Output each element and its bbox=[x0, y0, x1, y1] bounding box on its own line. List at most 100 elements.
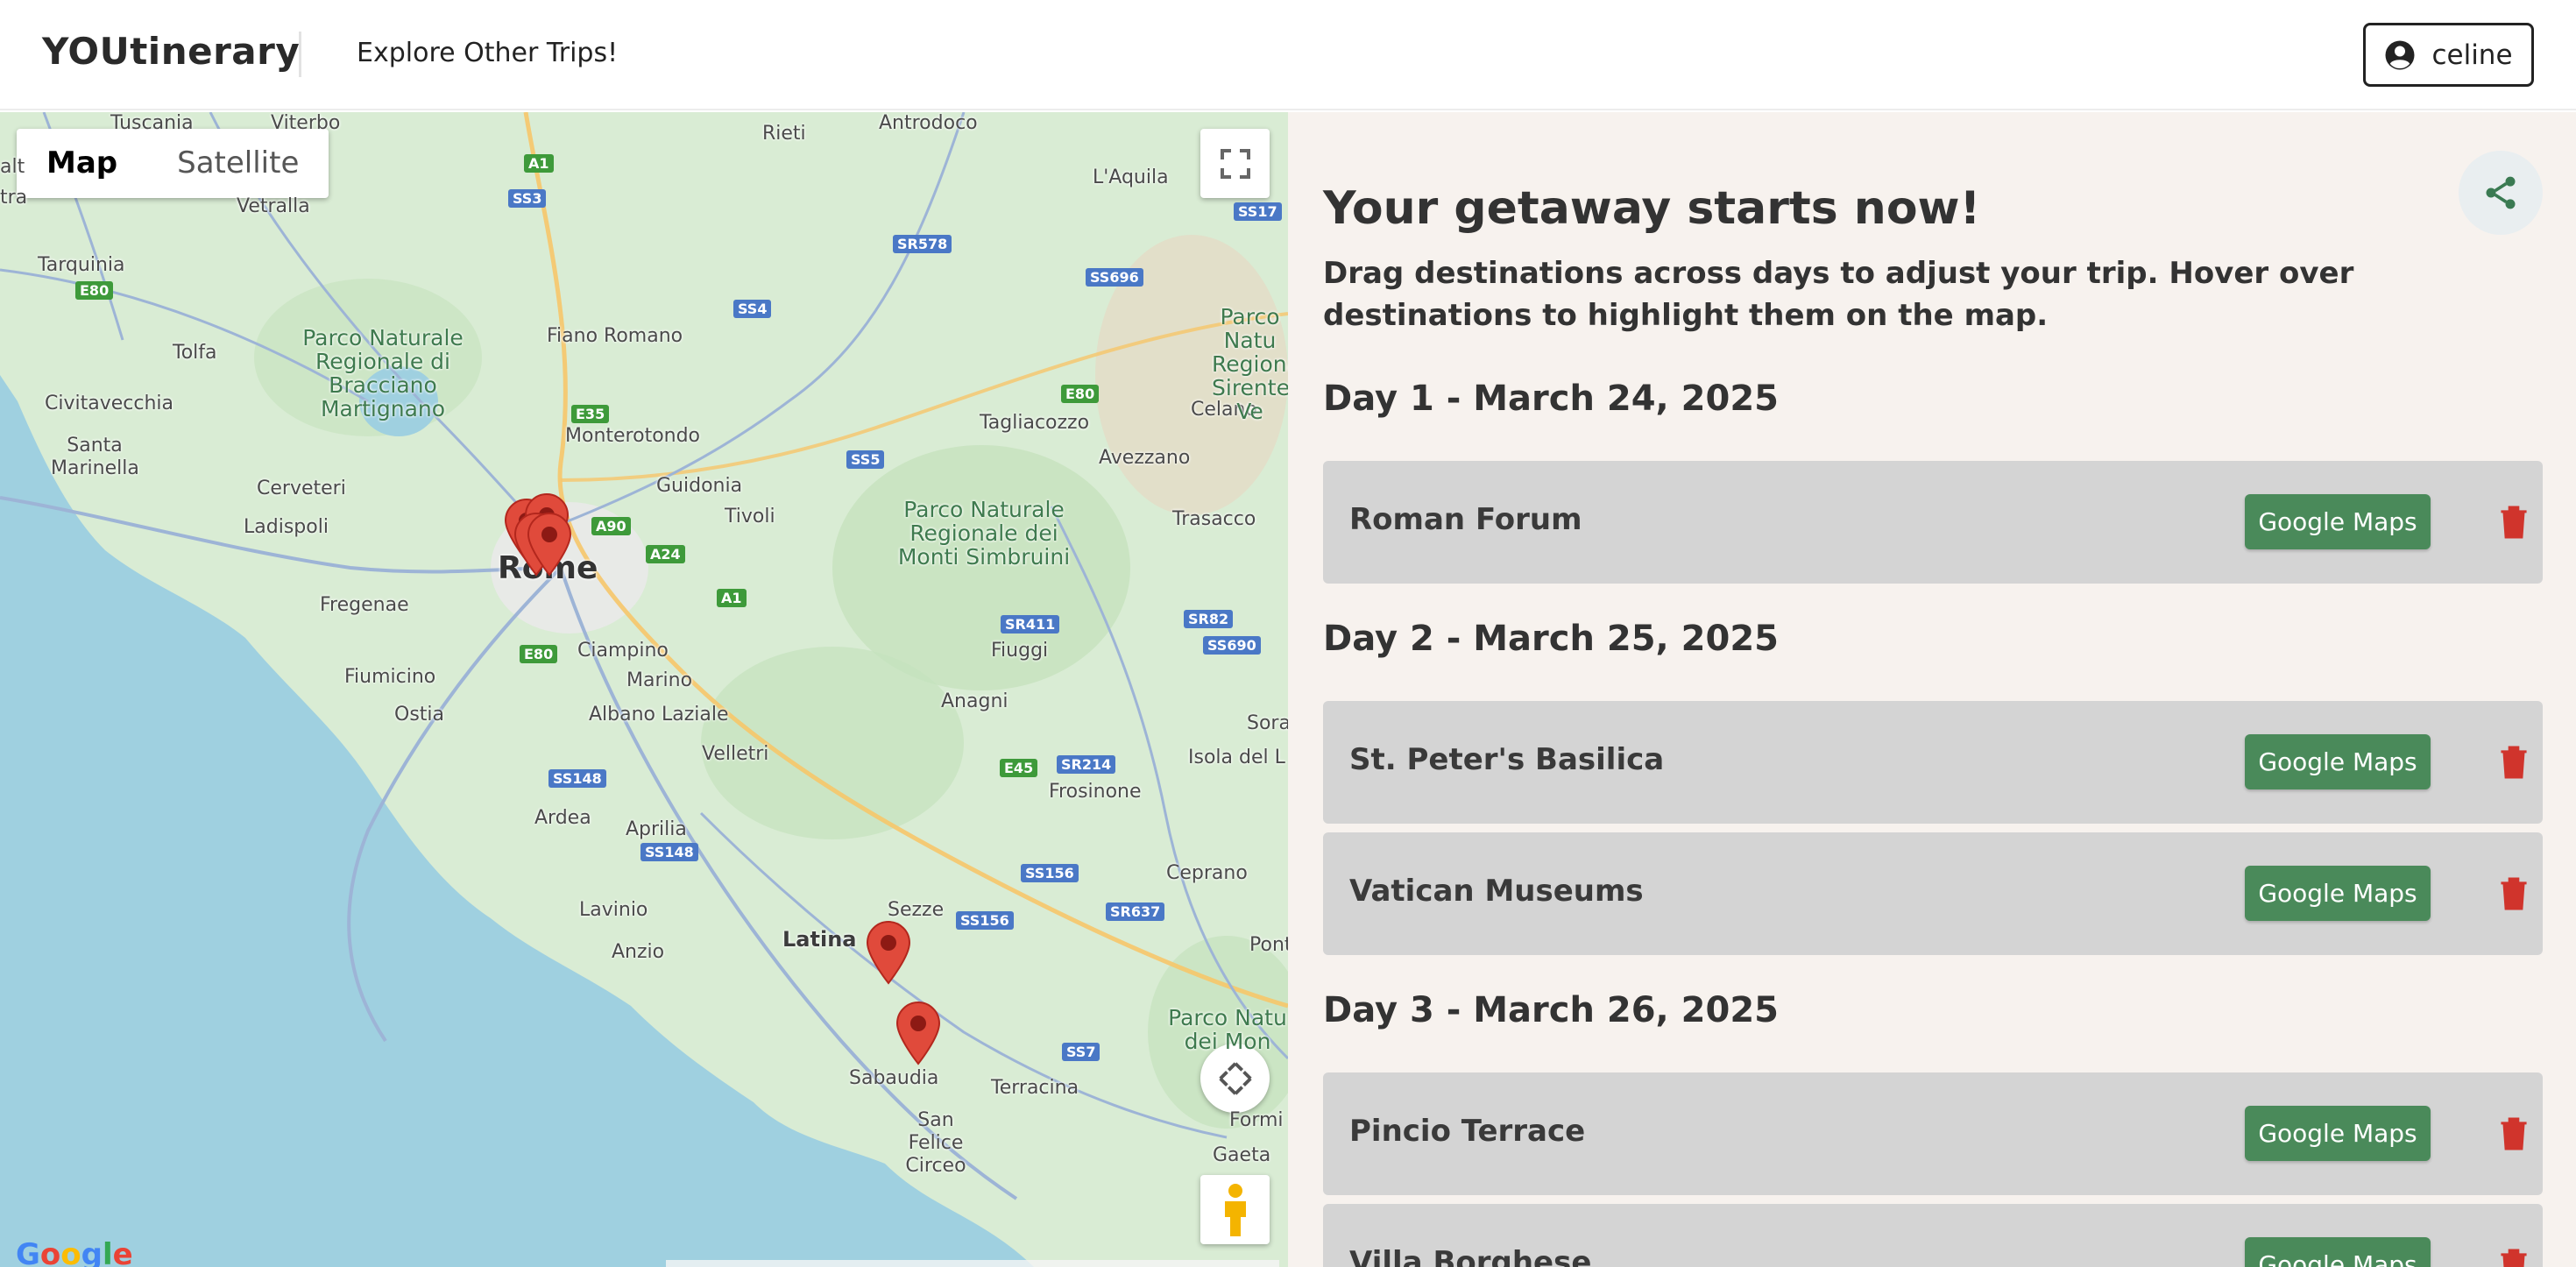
google-maps-button[interactable]: Google Maps bbox=[2245, 734, 2431, 789]
map-label-antrodoco: Antrodoco bbox=[879, 112, 978, 134]
top-header: YOUtinerary Explore Other Trips! celine bbox=[0, 0, 2576, 110]
street-view-pegman-icon bbox=[1224, 1183, 1246, 1236]
brand-logo[interactable]: YOUtinerary bbox=[42, 30, 300, 73]
google-maps-button[interactable]: Google Maps bbox=[2245, 494, 2431, 549]
road-e80-north: E80 bbox=[75, 281, 114, 300]
map-label-lavinio: Lavinio bbox=[579, 899, 648, 921]
itinerary-description: Drag destinations across days to adjust … bbox=[1323, 256, 2354, 333]
map-label-aprilia: Aprilia bbox=[626, 818, 687, 840]
road-ss148-north: SS148 bbox=[548, 769, 606, 788]
map-label-fregenae: Fregenae bbox=[320, 594, 409, 616]
header-divider bbox=[299, 32, 301, 77]
map-panel[interactable]: Map Satellite Rome Latina Tuscania Viter… bbox=[0, 112, 1288, 1267]
map-label-guidonia: Guidonia bbox=[656, 475, 743, 497]
road-a24: A24 bbox=[646, 545, 685, 563]
road-ss3: SS3 bbox=[508, 189, 547, 208]
map-type-control: Map Satellite bbox=[17, 129, 329, 198]
trash-icon[interactable] bbox=[2499, 876, 2529, 911]
map-label-tra: tra bbox=[0, 187, 28, 209]
map-label-tolfa: Tolfa bbox=[173, 342, 217, 364]
destination-card[interactable]: Roman Forum Google Maps bbox=[1323, 461, 2543, 584]
google-maps-button[interactable]: Google Maps bbox=[2245, 1237, 2431, 1267]
destination-name: Villa Borghese bbox=[1349, 1245, 1592, 1267]
map-type-map[interactable]: Map bbox=[17, 129, 147, 198]
map-label-park-aurunci: Parco Natu dei Mon bbox=[1168, 1006, 1287, 1053]
map-label-albano: Albano Laziale bbox=[589, 704, 729, 726]
fullscreen-button[interactable] bbox=[1200, 129, 1270, 198]
map-label-velletri: Velletri bbox=[702, 743, 769, 765]
share-button[interactable] bbox=[2459, 151, 2543, 235]
map-label-monterotondo: Monterotondo bbox=[565, 425, 701, 447]
road-e45: E45 bbox=[1000, 759, 1038, 777]
map-label-san-felice: San Felice Circeo bbox=[905, 1109, 966, 1177]
trash-icon[interactable] bbox=[2499, 1116, 2529, 1151]
share-icon bbox=[2486, 176, 2516, 209]
road-ss4: SS4 bbox=[733, 300, 772, 318]
destination-card[interactable]: Villa Borghese Google Maps bbox=[1323, 1204, 2543, 1267]
map-label-sezze: Sezze bbox=[888, 899, 945, 921]
map-pin-icon[interactable] bbox=[866, 920, 911, 985]
map-label-anzio: Anzio bbox=[612, 941, 665, 963]
map-label-ardea: Ardea bbox=[534, 807, 591, 829]
map-label-civitavecchia: Civitavecchia bbox=[45, 393, 173, 414]
map-label-tuscania: Tuscania bbox=[110, 112, 194, 134]
map-label-anagni: Anagni bbox=[941, 690, 1008, 712]
road-ss7: SS7 bbox=[1062, 1043, 1100, 1061]
map-label-santa-marinella: Santa Marinella bbox=[51, 435, 139, 479]
map-label-ladispoli: Ladispoli bbox=[244, 516, 329, 538]
map-pin-icon[interactable] bbox=[895, 1001, 941, 1065]
road-sr82: SR82 bbox=[1184, 610, 1234, 628]
map-label-sora: Sora bbox=[1247, 712, 1288, 734]
road-a1-south: A1 bbox=[717, 589, 747, 607]
trash-icon[interactable] bbox=[2499, 745, 2529, 780]
road-e35: E35 bbox=[571, 405, 610, 423]
map-label-vetralla: Vetralla bbox=[237, 195, 310, 217]
road-e80-east: E80 bbox=[1061, 385, 1100, 403]
road-ss148-south: SS148 bbox=[640, 843, 698, 861]
trash-icon[interactable] bbox=[2499, 505, 2529, 540]
map-type-satellite[interactable]: Satellite bbox=[147, 129, 329, 198]
user-menu-button[interactable]: celine bbox=[2363, 23, 2534, 87]
map-label-latina: Latina bbox=[782, 927, 857, 952]
map-label-tarquinia: Tarquinia bbox=[38, 254, 125, 276]
map-label-sabaudia: Sabaudia bbox=[849, 1067, 939, 1089]
destination-card[interactable]: St. Peter's Basilica Google Maps bbox=[1323, 701, 2543, 824]
destination-name: St. Peter's Basilica bbox=[1349, 742, 1665, 777]
map-label-gaeta: Gaeta bbox=[1213, 1144, 1271, 1166]
map-label-laquila: L'Aquila bbox=[1093, 166, 1169, 188]
road-ss5: SS5 bbox=[846, 450, 885, 469]
map-label-cerveteri: Cerveteri bbox=[257, 478, 346, 499]
map-label-avezzano: Avezzano bbox=[1099, 447, 1191, 469]
destination-name: Vatican Museums bbox=[1349, 874, 1644, 909]
map-label-formia: Formi bbox=[1229, 1109, 1284, 1131]
pan-arrows-icon bbox=[1218, 1061, 1252, 1095]
road-a90: A90 bbox=[591, 517, 631, 535]
google-maps-button[interactable]: Google Maps bbox=[2245, 866, 2431, 921]
map-label-viterbo: Viterbo bbox=[271, 112, 341, 134]
road-ss690: SS690 bbox=[1203, 636, 1261, 655]
map-attribution-bar bbox=[666, 1260, 1279, 1267]
day-heading: Day 2 - March 25, 2025 bbox=[1323, 619, 1779, 659]
user-name: celine bbox=[2431, 39, 2513, 71]
map-label-tagliacozzo: Tagliacozzo bbox=[980, 412, 1090, 434]
road-sr637: SR637 bbox=[1106, 902, 1165, 921]
google-maps-button[interactable]: Google Maps bbox=[2245, 1106, 2431, 1161]
explore-trips-link[interactable]: Explore Other Trips! bbox=[357, 38, 618, 68]
destination-name: Pincio Terrace bbox=[1349, 1114, 1586, 1149]
road-ss156-west: SS156 bbox=[956, 911, 1014, 930]
street-view-button[interactable] bbox=[1200, 1175, 1270, 1244]
map-label-fiuggi: Fiuggi bbox=[991, 640, 1049, 662]
google-logo: Google bbox=[16, 1237, 133, 1267]
trash-icon[interactable] bbox=[2499, 1248, 2529, 1267]
destination-card[interactable]: Vatican Museums Google Maps bbox=[1323, 832, 2543, 955]
destination-card[interactable]: Pincio Terrace Google Maps bbox=[1323, 1072, 2543, 1195]
map-label-fiano-romano: Fiano Romano bbox=[547, 325, 683, 347]
road-ss17: SS17 bbox=[1234, 202, 1282, 221]
fullscreen-icon bbox=[1220, 148, 1250, 179]
road-ss156-east: SS156 bbox=[1021, 864, 1079, 882]
map-label-park-sirente: Parco Natu Regionale Sirente-Ve bbox=[1212, 305, 1288, 423]
map-label-isola: Isola del L bbox=[1188, 747, 1285, 768]
map-pin-icon[interactable] bbox=[527, 512, 572, 577]
pan-control[interactable] bbox=[1200, 1044, 1270, 1113]
itinerary-panel: Your getaway starts now! Drag destinatio… bbox=[1288, 112, 2576, 1267]
